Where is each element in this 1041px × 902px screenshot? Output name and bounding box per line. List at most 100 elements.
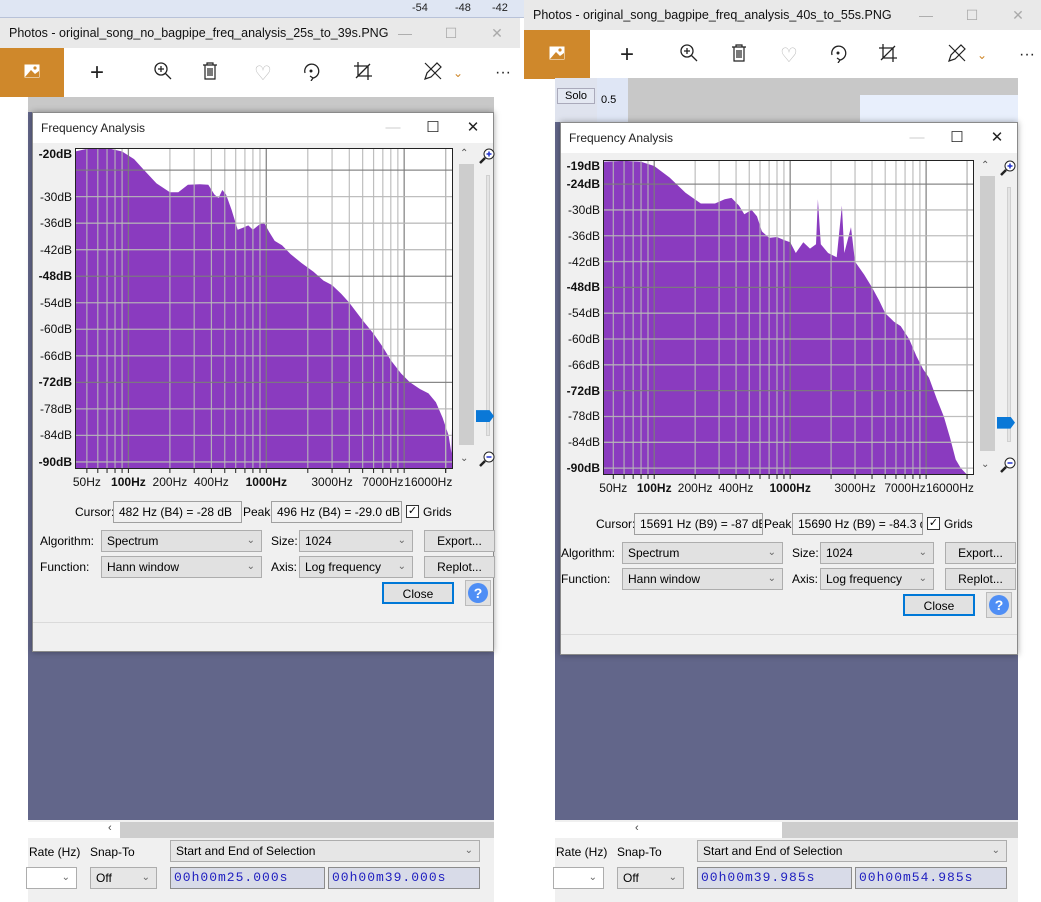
function-select[interactable]: Hann window ⌄ — [622, 568, 783, 590]
photos-window: Photos - original_song_bagpipe_freq_anal… — [524, 0, 1041, 902]
scroll-down-icon[interactable]: ⌄ — [981, 459, 989, 470]
selection-start-time[interactable]: 00h00m39.985s — [697, 867, 852, 889]
chevron-down-icon: ⌄ — [246, 535, 255, 546]
horizontal-scrollbar[interactable]: ‹ — [555, 822, 1018, 838]
meter-tick: -42 — [492, 2, 508, 14]
close-window-button[interactable]: ✕ — [474, 18, 520, 48]
scrollbar-thumb[interactable] — [782, 822, 1018, 838]
snap-to-select[interactable]: Off ⌄ — [617, 867, 684, 889]
window-title: Photos - original_song_no_bagpipe_freq_a… — [9, 26, 389, 40]
grids-label: Grids — [423, 505, 452, 519]
scroll-up-icon[interactable]: ⌃ — [460, 148, 468, 159]
y-tick-label: -66dB — [39, 348, 72, 363]
dialog-title-bar: Frequency Analysis — ☐ ✕ — [561, 123, 1017, 153]
zoom-button[interactable] — [676, 42, 702, 68]
grids-checkbox[interactable]: ✓ — [927, 517, 940, 530]
spectrum-plot[interactable] — [603, 160, 974, 479]
scroll-up-icon[interactable]: ⌃ — [981, 160, 989, 171]
favorite-button[interactable]: ♡ — [776, 42, 802, 68]
horizontal-scrollbar[interactable]: ‹ — [28, 822, 494, 838]
spectrum-plot[interactable] — [75, 148, 453, 473]
help-button[interactable]: ? — [465, 580, 491, 606]
selection-start-time[interactable]: 00h00m25.000s — [170, 867, 325, 889]
zoom-in-icon[interactable] — [1000, 160, 1016, 179]
rotate-button[interactable] — [298, 60, 324, 86]
zoom-slider[interactable] — [476, 175, 494, 436]
y-tick-label: -36dB — [567, 228, 600, 243]
chevron-down-icon: ⌄ — [918, 573, 927, 584]
axis-select[interactable]: Log frequency ⌄ — [299, 556, 413, 578]
function-label: Function: — [40, 560, 90, 574]
dialog-close-x-button[interactable]: ✕ — [977, 123, 1017, 153]
zoom-button[interactable] — [150, 60, 176, 86]
rate-select[interactable]: ⌄ — [26, 867, 77, 889]
size-select[interactable]: 1024 ⌄ — [299, 530, 413, 552]
add-button[interactable]: + — [614, 41, 640, 68]
zoom-in-icon[interactable] — [479, 148, 495, 167]
close-button[interactable]: Close — [903, 594, 975, 616]
minimize-button[interactable]: — — [382, 18, 428, 48]
close-window-button[interactable]: ✕ — [995, 0, 1041, 30]
export-button[interactable]: Export... — [424, 530, 495, 552]
y-tick-label: -48dB — [566, 280, 600, 295]
see-all-photos-button[interactable] — [0, 48, 64, 97]
scrollbar-thumb[interactable] — [980, 176, 995, 451]
maximize-button[interactable]: ☐ — [428, 18, 474, 48]
favorite-button[interactable]: ♡ — [250, 60, 276, 86]
see-all-photos-button[interactable] — [524, 30, 590, 79]
maximize-button[interactable]: ☐ — [949, 0, 995, 30]
algorithm-select[interactable]: Spectrum ⌄ — [622, 542, 783, 564]
minimize-button[interactable]: — — [903, 0, 949, 30]
selection-end-time[interactable]: 00h00m39.000s — [328, 867, 480, 889]
export-button[interactable]: Export... — [945, 542, 1016, 564]
selection-end-time[interactable]: 00h00m54.985s — [855, 867, 1007, 889]
rate-select[interactable]: ⌄ — [553, 867, 604, 889]
scroll-down-icon[interactable]: ⌄ — [460, 453, 468, 464]
edit-dropdown-button[interactable]: ⌄ — [969, 42, 995, 68]
dialog-maximize-button[interactable]: ☐ — [937, 123, 977, 153]
edit-dropdown-button[interactable]: ⌄ — [445, 60, 471, 86]
edit-draw-button[interactable] — [944, 42, 970, 68]
scroll-left-icon[interactable]: ‹ — [635, 822, 639, 834]
cursor-readout: 15691 Hz (B9) = -87 dB — [634, 513, 763, 535]
algorithm-select[interactable]: Spectrum ⌄ — [101, 530, 262, 552]
crop-button[interactable] — [350, 60, 376, 86]
zoom-slider[interactable] — [997, 187, 1015, 442]
vertical-scrollbar[interactable]: ⌃ ⌄ — [978, 160, 995, 475]
delete-button[interactable] — [726, 42, 752, 68]
dialog-close-x-button[interactable]: ✕ — [453, 113, 493, 143]
replot-button[interactable]: Replot... — [424, 556, 495, 578]
axis-select[interactable]: Log frequency ⌄ — [820, 568, 934, 590]
dialog-minimize-button[interactable]: — — [373, 113, 413, 143]
edit-draw-button[interactable] — [420, 60, 446, 86]
more-button[interactable]: ··· — [1014, 42, 1040, 68]
zoom-slider-thumb[interactable] — [476, 410, 494, 423]
algorithm-value: Spectrum — [107, 534, 159, 548]
zoom-out-icon[interactable] — [479, 451, 495, 470]
add-button[interactable]: + — [84, 59, 110, 86]
zoom-slider-thumb[interactable] — [997, 416, 1015, 429]
vertical-scrollbar[interactable]: ⌃ ⌄ — [457, 148, 474, 469]
zoom-out-icon[interactable] — [1000, 457, 1016, 476]
grids-checkbox[interactable]: ✓ — [406, 505, 419, 518]
replot-button[interactable]: Replot... — [945, 568, 1016, 590]
solo-button[interactable]: Solo — [557, 88, 595, 104]
size-select[interactable]: 1024 ⌄ — [820, 542, 934, 564]
crop-button[interactable] — [875, 42, 901, 68]
snap-to-select[interactable]: Off ⌄ — [90, 867, 157, 889]
more-button[interactable]: ··· — [490, 60, 516, 86]
dialog-maximize-button[interactable]: ☐ — [413, 113, 453, 143]
close-button[interactable]: Close — [382, 582, 454, 604]
selection-mode-select[interactable]: Start and End of Selection ⌄ — [697, 840, 1007, 862]
selection-mode-select[interactable]: Start and End of Selection ⌄ — [170, 840, 480, 862]
scrollbar-thumb[interactable] — [120, 822, 494, 838]
photo-icon — [24, 64, 40, 81]
delete-button[interactable] — [197, 60, 223, 86]
scroll-left-icon[interactable]: ‹ — [108, 822, 112, 834]
function-select[interactable]: Hann window ⌄ — [101, 556, 262, 578]
selected-region — [860, 95, 1018, 122]
rotate-button[interactable] — [825, 42, 851, 68]
scrollbar-thumb[interactable] — [459, 164, 474, 445]
help-button[interactable]: ? — [986, 592, 1012, 618]
dialog-minimize-button[interactable]: — — [897, 123, 937, 153]
